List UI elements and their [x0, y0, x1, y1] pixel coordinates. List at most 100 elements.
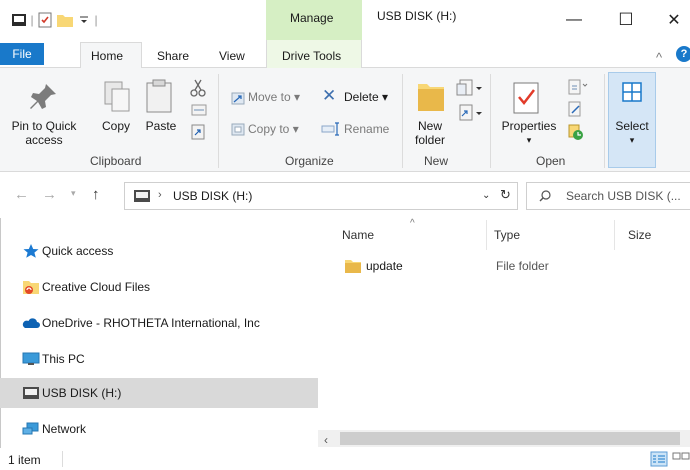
file-row[interactable]: update File folder — [326, 254, 690, 278]
nav-item-creative-cloud[interactable]: Creative Cloud Files — [0, 272, 318, 302]
nav-item-onedrive[interactable]: OneDrive - RHOTHETA International, Inc — [0, 308, 318, 338]
rename-icon — [321, 122, 339, 136]
refresh-icon[interactable]: ↻ — [500, 187, 511, 203]
select-button[interactable]: Select ▾ — [608, 119, 656, 147]
ribbon-separator — [604, 74, 605, 168]
file-name: update — [366, 259, 403, 273]
nav-item-label: OneDrive - RHOTHETA International, Inc — [42, 316, 260, 330]
monitor-icon — [22, 352, 40, 365]
back-arrow-icon[interactable]: ← — [14, 186, 29, 203]
new-folder-label-line2: folder — [414, 133, 446, 147]
drive-icon — [134, 190, 150, 202]
address-dropdown-chevron-icon[interactable]: ⌄ — [482, 190, 490, 201]
copy-to-button[interactable]: Copy to ▾ — [248, 122, 299, 136]
ribbon-separator — [490, 74, 491, 168]
folder-icon — [345, 260, 361, 273]
move-to-button[interactable]: Move to ▾ — [248, 90, 300, 104]
new-folder-icon — [418, 84, 444, 111]
creative-cloud-folder-icon — [23, 281, 39, 294]
easy-access-icon[interactable] — [455, 103, 485, 125]
close-button[interactable]: ✕ — [660, 6, 688, 34]
help-icon[interactable]: ? — [676, 46, 690, 62]
nav-item-label: Quick access — [42, 244, 114, 258]
forward-arrow-icon[interactable]: → — [42, 186, 57, 203]
delete-button[interactable]: Delete ▾ — [344, 90, 388, 104]
properties-dropdown-arrow: ▾ — [526, 135, 532, 145]
up-arrow-icon[interactable]: ↑ — [92, 186, 100, 203]
history-icon[interactable] — [566, 122, 586, 142]
nav-item-this-pc[interactable]: This PC — [0, 344, 318, 374]
column-header-name[interactable]: Name — [342, 228, 374, 242]
onedrive-cloud-icon — [22, 318, 40, 328]
network-icon — [22, 422, 39, 435]
properties-icon — [513, 82, 539, 114]
nav-item-quick-access[interactable]: Quick access — [0, 236, 318, 266]
status-divider — [62, 451, 63, 467]
cut-icon[interactable] — [188, 78, 208, 98]
item-count: 1 item — [8, 453, 41, 467]
column-header-size[interactable]: Size — [628, 228, 651, 242]
open-icon[interactable] — [566, 78, 588, 96]
copy-icon — [104, 81, 130, 112]
clipboard-group-label: Clipboard — [90, 154, 142, 168]
new-folder-label-line1: New — [417, 119, 442, 133]
new-group-label: New — [424, 154, 449, 168]
edit-icon[interactable] — [566, 100, 586, 118]
new-folder-qat-icon[interactable] — [54, 11, 76, 29]
scrollbar-thumb[interactable] — [340, 432, 680, 445]
quick-access-toolbar: | | — [10, 8, 100, 32]
customize-qat-icon[interactable] — [76, 11, 92, 29]
select-grid-icon — [622, 82, 642, 102]
large-icons-view-icon[interactable] — [672, 451, 690, 467]
properties-button[interactable]: Properties ▾ — [496, 119, 562, 147]
new-folder-button[interactable]: New folder — [408, 119, 452, 147]
tab-share[interactable]: Share — [157, 49, 189, 63]
column-header-type[interactable]: Type — [494, 228, 520, 242]
search-icon — [539, 190, 551, 202]
nav-item-usb-disk[interactable]: USB DISK (H:) — [0, 378, 318, 408]
breadcrumb-separator-icon[interactable]: › — [158, 189, 162, 201]
tab-view[interactable]: View — [219, 49, 245, 63]
properties-label: Properties — [501, 119, 557, 133]
copy-path-icon[interactable] — [190, 103, 208, 117]
recent-locations-chevron-icon[interactable]: ▾ — [71, 188, 76, 199]
nav-item-label: This PC — [42, 352, 85, 366]
rename-button[interactable]: Rename — [344, 122, 389, 136]
nav-item-network[interactable]: Network — [0, 414, 318, 444]
properties-check-icon[interactable] — [36, 11, 54, 29]
sort-ascending-icon: ^ — [410, 218, 415, 229]
details-view-icon[interactable] — [650, 451, 668, 467]
status-bar — [0, 448, 690, 470]
open-group-label: Open — [536, 154, 566, 168]
ribbon-separator — [402, 74, 403, 168]
column-divider[interactable] — [614, 220, 615, 250]
pin-to-quick-access-button[interactable]: Pin to Quick access — [4, 119, 84, 147]
select-label: Select — [615, 119, 649, 133]
pin-label-line1: Pin to Quick — [11, 119, 77, 133]
paste-icon — [146, 79, 172, 113]
new-item-icon[interactable] — [455, 78, 485, 100]
copy-button[interactable]: Copy — [98, 119, 134, 133]
maximize-button[interactable]: ☐ — [612, 6, 640, 34]
organize-group-label: Organize — [285, 154, 334, 168]
tab-home[interactable]: Home — [91, 49, 123, 63]
drive-icon[interactable] — [10, 11, 28, 29]
tab-file[interactable]: File — [0, 43, 44, 65]
scroll-left-arrow-icon[interactable]: ‹ — [324, 433, 328, 447]
copy-to-label: Copy to — [248, 122, 290, 136]
move-to-label: Move to — [248, 90, 291, 104]
pin-label-line2: access — [25, 133, 63, 147]
search-input[interactable]: Search USB DISK (... — [566, 189, 681, 203]
ribbon-separator — [218, 74, 219, 168]
breadcrumb-current[interactable]: USB DISK (H:) — [173, 189, 252, 203]
nav-item-label: Creative Cloud Files — [42, 280, 151, 294]
minimize-button[interactable]: — — [560, 6, 588, 34]
tab-drive-tools[interactable]: Drive Tools — [282, 49, 341, 63]
star-icon — [23, 244, 39, 258]
window-title: USB DISK (H:) — [377, 9, 457, 23]
column-divider[interactable] — [486, 220, 487, 250]
paste-button[interactable]: Paste — [142, 119, 180, 133]
paste-shortcut-icon[interactable] — [190, 123, 206, 141]
delete-x-icon: ✕ — [322, 86, 337, 105]
collapse-ribbon-icon[interactable]: ^ — [656, 50, 662, 65]
